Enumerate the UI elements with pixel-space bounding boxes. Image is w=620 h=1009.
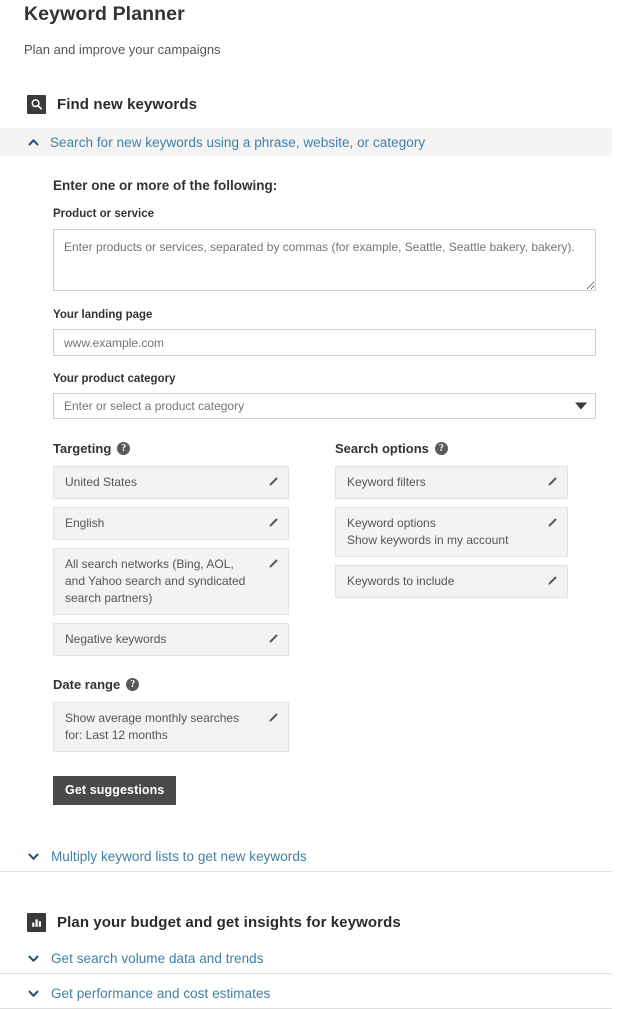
option-line: Show average monthly searches — [65, 711, 240, 725]
plan-budget-label: Plan your budget and get insights for ke… — [57, 914, 401, 931]
targeting-option-search-networks[interactable]: All search networks (Bing, AOL, and Yaho… — [53, 548, 289, 615]
accordion-search-new-keywords-label: Search for new keywords using a phrase, … — [50, 134, 426, 150]
chevron-up-icon — [27, 136, 40, 149]
help-icon[interactable]: ? — [117, 442, 131, 455]
pencil-icon[interactable] — [267, 712, 279, 724]
pencil-icon[interactable] — [267, 558, 279, 570]
option-line: All search networks (Bing, AOL, — [65, 557, 234, 571]
product-or-service-input[interactable] — [53, 229, 596, 291]
option-line: English — [65, 516, 105, 530]
landing-page-label: Your landing page — [53, 309, 153, 321]
option-line: for: Last 12 months — [65, 728, 168, 742]
pencil-icon[interactable] — [267, 476, 279, 488]
product-category-label: Your product category — [53, 373, 176, 385]
option-line: Negative keywords — [65, 632, 167, 646]
product-category-input[interactable] — [53, 393, 596, 419]
product-or-service-label: Product or service — [53, 208, 154, 220]
option-line: Keyword options — [347, 516, 436, 530]
search-icon — [27, 95, 46, 114]
page-header: Keyword Planner Plan and improve your ca… — [0, 0, 620, 57]
help-icon[interactable]: ? — [126, 678, 140, 691]
accordion-multiply-keyword-lists-label: Multiply keyword lists to get new keywor… — [51, 849, 307, 864]
date-range-title: Date range ? — [53, 677, 335, 692]
accordion-performance-cost-estimates-label: Get performance and cost estimates — [51, 986, 271, 1001]
targeting-column: Targeting ? United States English All se… — [53, 441, 335, 805]
pencil-icon[interactable] — [267, 633, 279, 645]
option-line: Show keywords in my account — [347, 533, 509, 547]
form-lead-text: Enter one or more of the following: — [53, 178, 278, 193]
help-icon[interactable]: ? — [434, 442, 448, 455]
option-line: and Yahoo search and syndicated — [65, 574, 246, 588]
pencil-icon[interactable] — [546, 517, 558, 529]
targeting-option-location[interactable]: United States — [53, 466, 289, 499]
date-range-option[interactable]: Show average monthly searches for: Last … — [53, 702, 289, 752]
find-new-keywords-heading: Find new keywords — [0, 95, 620, 114]
product-category-select-wrap — [53, 393, 596, 419]
accordion-search-volume-trends[interactable]: Get search volume data and trends — [0, 951, 612, 974]
targeting-title-label: Targeting — [53, 441, 112, 456]
option-line: Keywords to include — [347, 574, 455, 588]
option-line: Keyword filters — [347, 475, 426, 489]
find-keywords-form: Enter one or more of the following: Prod… — [0, 156, 620, 805]
page-title: Keyword Planner — [24, 3, 185, 25]
targeting-title: Targeting ? — [53, 441, 335, 456]
options-columns: Targeting ? United States English All se… — [53, 441, 596, 805]
option-line: United States — [65, 475, 138, 489]
accordion-performance-cost-estimates[interactable]: Get performance and cost estimates — [0, 986, 612, 1009]
search-option-keyword-filters[interactable]: Keyword filters — [335, 466, 568, 499]
bar-chart-icon — [27, 913, 46, 932]
accordion-multiply-keyword-lists[interactable]: Multiply keyword lists to get new keywor… — [0, 849, 612, 872]
search-options-title: Search options ? — [335, 441, 595, 456]
targeting-option-language[interactable]: English — [53, 507, 289, 540]
plan-budget-heading: Plan your budget and get insights for ke… — [0, 913, 620, 932]
chevron-down-icon — [27, 987, 40, 1000]
search-option-keywords-to-include[interactable]: Keywords to include — [335, 565, 568, 598]
search-option-keyword-options[interactable]: Keyword options Show keywords in my acco… — [335, 507, 568, 557]
search-options-title-label: Search options — [335, 441, 429, 456]
pencil-icon[interactable] — [546, 575, 558, 587]
chevron-down-icon — [27, 952, 40, 965]
landing-page-input[interactable] — [53, 329, 596, 356]
get-suggestions-button[interactable]: Get suggestions — [53, 776, 177, 805]
targeting-option-negative-keywords[interactable]: Negative keywords — [53, 623, 289, 656]
option-line: search partners) — [65, 591, 153, 605]
chevron-down-icon — [27, 850, 40, 863]
page-subtitle: Plan and improve your campaigns — [24, 42, 221, 57]
date-range-title-label: Date range — [53, 677, 121, 692]
pencil-icon[interactable] — [546, 476, 558, 488]
search-options-column: Search options ? Keyword filters Keyword… — [335, 441, 595, 805]
accordion-search-new-keywords[interactable]: Search for new keywords using a phrase, … — [0, 128, 612, 156]
find-new-keywords-label: Find new keywords — [57, 96, 198, 113]
pencil-icon[interactable] — [267, 517, 279, 529]
